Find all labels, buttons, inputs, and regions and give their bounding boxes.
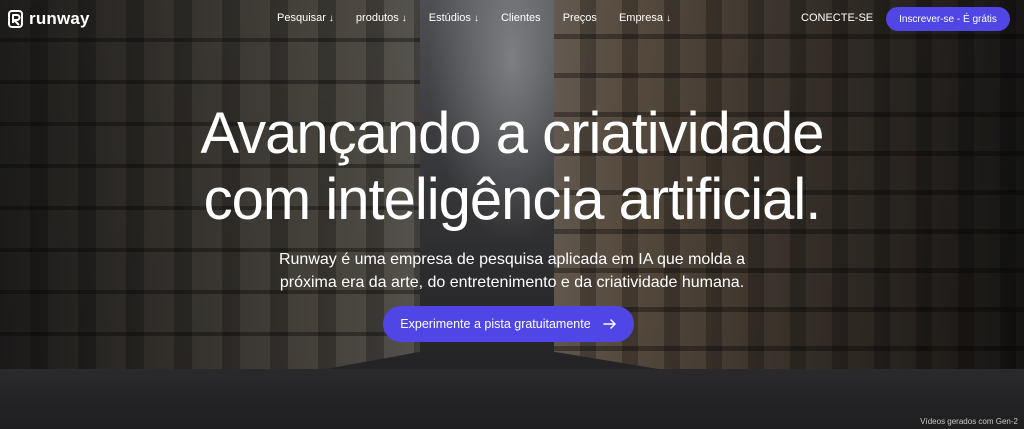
down-arrow-icon: ↓ xyxy=(401,12,407,24)
down-arrow-icon: ↓ xyxy=(328,12,334,24)
sign-in-link[interactable]: CONECTE-SE xyxy=(801,12,873,24)
menu-item-label: Clientes xyxy=(500,12,541,24)
hero-headline-line2: com inteligência artificial. xyxy=(203,167,822,232)
menu-item-label: produtos xyxy=(355,12,399,24)
top-navigation: runway Pesquisar ↓ produtos ↓ Estúdios ↓… xyxy=(0,0,1024,40)
try-free-button[interactable]: Experimente a pista gratuitamente xyxy=(383,306,634,342)
arrow-right-icon xyxy=(602,319,616,329)
menu-item-label: Pesquisar xyxy=(277,12,326,24)
main-menu: Pesquisar ↓ produtos ↓ Estúdios ↓ Client… xyxy=(277,12,693,24)
menu-item-pesquisar[interactable]: Pesquisar ↓ xyxy=(277,12,334,24)
video-credit-caption: Vídeos gerados com Gen-2 xyxy=(920,417,1018,426)
down-arrow-icon: ↓ xyxy=(665,12,671,24)
down-arrow-icon: ↓ xyxy=(473,12,479,24)
menu-item-empresa[interactable]: Empresa ↓ xyxy=(619,12,671,24)
brand-name: runway xyxy=(29,9,90,28)
hero-subtitle-line2: próxima era da arte, do entretenimento e… xyxy=(279,274,745,291)
menu-item-label: Preços xyxy=(562,12,597,24)
cta-label: Experimente a pista gratuitamente xyxy=(400,317,591,331)
sign-up-button[interactable]: Inscrever-se - É grátis xyxy=(886,7,1010,31)
hero-headline-line1: Avançando a criatividade xyxy=(200,101,824,166)
menu-item-produtos[interactable]: produtos ↓ xyxy=(356,12,407,24)
hero-subtitle-line1: Runway é uma empresa de pesquisa aplicad… xyxy=(278,251,746,268)
runway-logo-icon xyxy=(8,10,23,28)
menu-item-clientes[interactable]: Clientes xyxy=(501,12,541,24)
brand-logo[interactable]: runway xyxy=(8,9,90,29)
menu-item-precos[interactable]: Preços xyxy=(563,12,597,24)
menu-item-label: Empresa xyxy=(618,12,663,24)
menu-item-label: Estúdios xyxy=(428,12,471,24)
menu-item-estudios[interactable]: Estúdios ↓ xyxy=(429,12,479,24)
